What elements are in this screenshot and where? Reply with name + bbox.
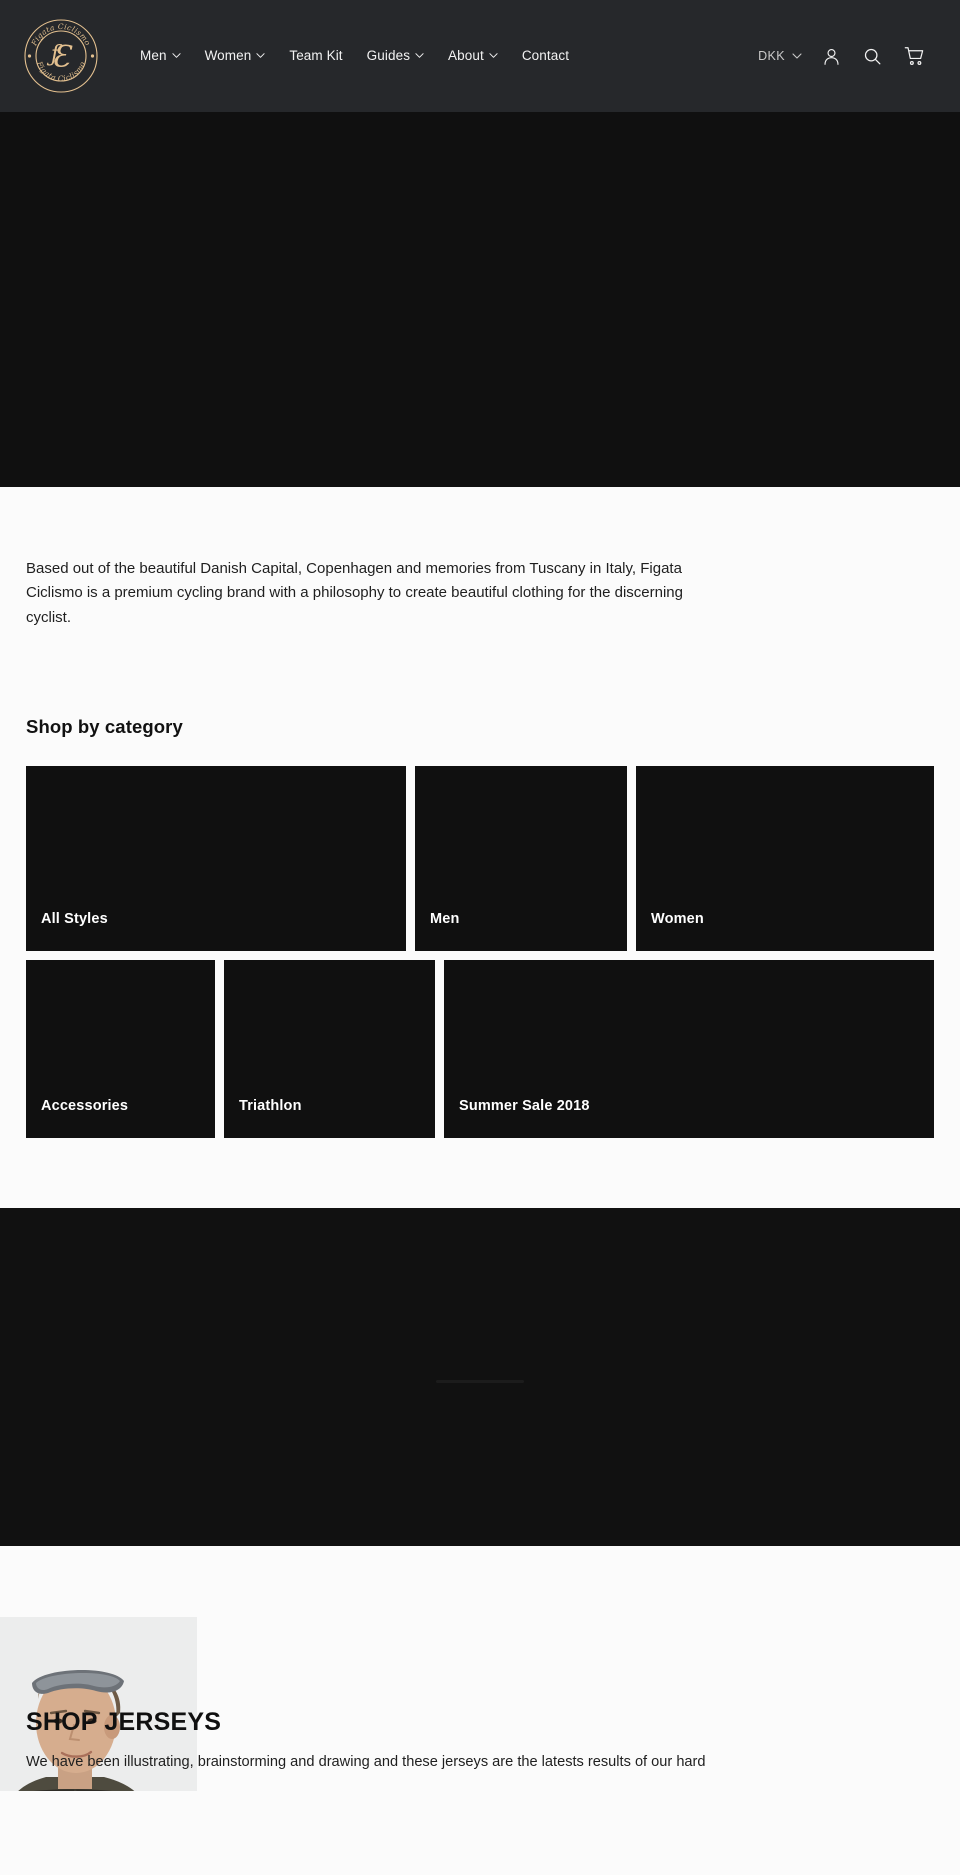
category-tile-label: Summer Sale 2018: [459, 1097, 590, 1114]
category-tile-label: Men: [430, 910, 460, 927]
category-tile-summer-sale[interactable]: Summer Sale 2018: [444, 959, 934, 1138]
category-tile-all-styles[interactable]: All Styles: [26, 765, 406, 951]
account-icon[interactable]: [811, 39, 852, 74]
nav-item-team-kit[interactable]: Team Kit: [277, 39, 354, 73]
currency-selector[interactable]: DKK: [748, 41, 811, 71]
nav-item-label: Guides: [366, 48, 411, 64]
divider-rule: [436, 1379, 524, 1383]
site-header: Figata Ciclismo Figata Ciclismo Ɛ ƒ Men …: [0, 0, 960, 112]
nav-item-contact[interactable]: Contact: [510, 39, 581, 73]
nav-item-label: Men: [140, 48, 167, 64]
nav-item-women[interactable]: Women: [193, 39, 278, 73]
category-tile-label: Accessories: [41, 1097, 129, 1114]
intro-section: Based out of the beautiful Danish Capita…: [26, 487, 686, 630]
nav-item-label: About: [448, 48, 484, 64]
chevron-down-icon: [792, 51, 802, 60]
category-tile-women[interactable]: Women: [636, 765, 934, 951]
category-row: All Styles Men Women: [26, 765, 934, 951]
category-grid: All Styles Men Women Accessories Triathl…: [26, 765, 934, 1138]
category-tile-label: All Styles: [41, 910, 108, 927]
main-navigation: Men Women Team Kit Guides About Contact: [128, 39, 581, 73]
dark-promo-band: [0, 1207, 960, 1546]
shop-jerseys-body: We have been illustrating, brainstorming…: [26, 1753, 706, 1770]
nav-item-guides[interactable]: Guides: [355, 39, 436, 73]
category-row: Accessories Triathlon Summer Sale 2018: [26, 959, 934, 1138]
shop-by-category-title: Shop by category: [26, 715, 183, 737]
currency-value: DKK: [758, 49, 785, 63]
chevron-down-icon: [489, 51, 498, 60]
figata-ciclismo-logo[interactable]: Figata Ciclismo Figata Ciclismo Ɛ ƒ: [22, 17, 100, 95]
category-tile-men[interactable]: Men: [415, 765, 627, 951]
hero-banner: [0, 112, 960, 487]
intro-paragraph: Based out of the beautiful Danish Capita…: [26, 560, 683, 626]
category-tile-accessories[interactable]: Accessories: [26, 959, 215, 1138]
nav-item-label: Team Kit: [289, 48, 343, 64]
search-icon[interactable]: [852, 39, 893, 74]
chevron-down-icon: [256, 51, 265, 60]
category-tile-label: Women: [651, 910, 704, 927]
header-actions: DKK: [748, 38, 936, 75]
nav-item-men[interactable]: Men: [128, 39, 193, 73]
nav-item-label: Women: [204, 48, 252, 64]
shop-jerseys-section: Figata SHOP JERSEYS We have been illustr…: [0, 1545, 960, 1791]
shop-jerseys-title: SHOP JERSEYS: [26, 1707, 222, 1736]
category-tile-triathlon[interactable]: Triathlon: [224, 959, 435, 1138]
nav-item-label: Contact: [521, 48, 570, 64]
cart-icon[interactable]: [893, 38, 936, 75]
nav-item-about[interactable]: About: [436, 39, 510, 73]
chevron-down-icon: [171, 51, 181, 60]
main-content: Based out of the beautiful Danish Capita…: [0, 487, 960, 1138]
category-tile-label: Triathlon: [239, 1097, 302, 1114]
chevron-down-icon: [415, 51, 424, 60]
